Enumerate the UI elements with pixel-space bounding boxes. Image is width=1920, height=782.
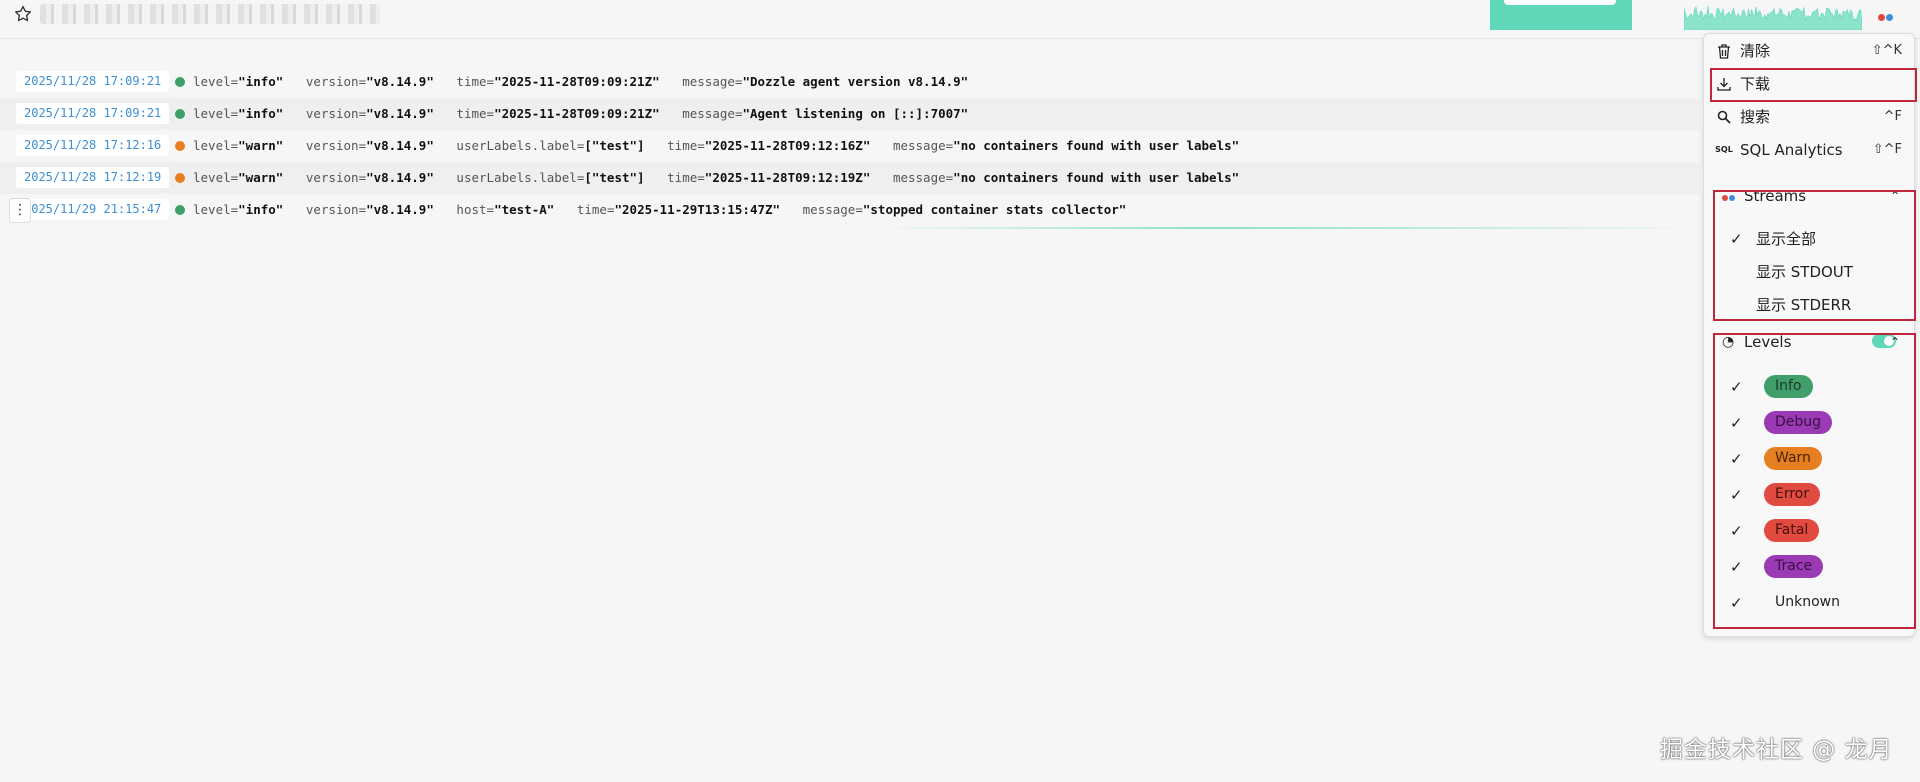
- log-field-value: "warn": [238, 138, 284, 153]
- log-field-key: level=: [193, 74, 239, 89]
- log-field-value: "v8.14.9": [366, 106, 434, 121]
- log-field-key: userLabels.label=: [433, 138, 585, 153]
- level-indicator: [175, 109, 185, 119]
- log-field-value: "info": [238, 202, 284, 217]
- log-row[interactable]: 2025/11/28 17:09:21 level="info" version…: [0, 98, 1700, 130]
- log-message: level="info" version="v8.14.9" time="202…: [193, 98, 968, 130]
- sql-icon: SQL: [1715, 145, 1733, 154]
- log-field-key: version=: [283, 106, 367, 121]
- stream-indicator-icon[interactable]: [1878, 6, 1894, 25]
- log-field-value: "Agent listening on [::]:7007": [742, 106, 969, 121]
- log-field-value: "2025-11-28T09:12:19Z": [704, 170, 871, 185]
- stats-badge: [1490, 0, 1632, 30]
- log-timestamp: 2025/11/28 17:09:21: [16, 71, 170, 92]
- top-bar: [0, 0, 1920, 39]
- log-field-value: ["test"]: [584, 170, 645, 185]
- log-timestamp: 2025/11/28 17:09:21: [16, 103, 170, 124]
- log-field-value: "v8.14.9": [366, 74, 434, 89]
- sql-analytics-menu-item[interactable]: SQL SQL Analytics ⇧^F: [1712, 135, 1902, 165]
- log-field-key: time=: [554, 202, 615, 217]
- log-message: level="info" version="v8.14.9" host="tes…: [193, 194, 1126, 226]
- log-row[interactable]: 2025/11/28 17:12:16 level="warn" version…: [0, 130, 1700, 162]
- log-field-value: "v8.14.9": [366, 202, 434, 217]
- log-field-value: "info": [238, 74, 284, 89]
- log-field-key: version=: [283, 202, 367, 217]
- log-timestamp: 2025/11/28 17:12:19: [16, 167, 170, 188]
- log-field-value: "Dozzle agent version v8.14.9": [742, 74, 969, 89]
- log-field-key: version=: [283, 138, 367, 153]
- log-field-key: host=: [433, 202, 495, 217]
- level-indicator: [175, 173, 185, 183]
- trash-icon: [1715, 36, 1733, 70]
- log-field-key: message=: [780, 202, 863, 217]
- highlight-box-download: [1710, 68, 1917, 102]
- log-field-value: "2025-11-29T13:15:47Z": [614, 202, 781, 217]
- row-actions-button[interactable]: ⋮: [9, 198, 31, 223]
- log-row[interactable]: 2025/11/29 21:15:47 ⋮ level="info" versi…: [0, 194, 1700, 226]
- log-row[interactable]: 2025/11/28 17:12:19 level="warn" version…: [0, 162, 1700, 194]
- watermark: 掘金技术社区 @ 龙月: [1660, 737, 1893, 763]
- search-icon: [1715, 102, 1733, 135]
- log-field-key: time=: [644, 170, 705, 185]
- log-field-value: ["test"]: [584, 138, 645, 153]
- log-field-key: message=: [870, 138, 954, 153]
- search-menu-item[interactable]: 搜索 ^F: [1712, 102, 1902, 132]
- log-field-value: "test-A": [494, 202, 555, 217]
- clear-menu-item[interactable]: 清除 ⇧^K: [1712, 36, 1902, 66]
- log-field-key: message=: [659, 106, 743, 121]
- level-indicator: [175, 205, 185, 215]
- log-field-value: "no containers found with user labels": [953, 138, 1240, 153]
- log-field-key: version=: [283, 170, 367, 185]
- log-field-key: message=: [870, 170, 954, 185]
- log-row[interactable]: 2025/11/28 17:09:21 level="info" version…: [0, 66, 1700, 98]
- log-timestamp: 2025/11/29 21:15:47: [16, 199, 170, 220]
- log-field-key: level=: [193, 106, 239, 121]
- log-field-value: "2025-11-28T09:12:16Z": [704, 138, 871, 153]
- level-indicator: [175, 77, 185, 87]
- log-field-key: level=: [193, 202, 239, 217]
- log-field-value: "v8.14.9": [366, 138, 434, 153]
- log-field-key: level=: [193, 170, 239, 185]
- log-message: level="info" version="v8.14.9" time="202…: [193, 66, 968, 98]
- log-field-key: time=: [644, 138, 705, 153]
- log-field-key: version=: [283, 74, 367, 89]
- log-field-value: "2025-11-28T09:09:21Z": [494, 106, 660, 121]
- highlight-box-streams: [1713, 190, 1916, 321]
- container-title-blurred: [40, 4, 380, 24]
- log-message: level="warn" version="v8.14.9" userLabel…: [193, 162, 1239, 194]
- log-field-value: "info": [238, 106, 284, 121]
- stats-sparkline: [1684, 5, 1862, 30]
- loading-indicator: [880, 227, 1700, 229]
- level-indicator: [175, 141, 185, 151]
- log-field-key: time=: [433, 74, 495, 89]
- log-field-value: "warn": [238, 170, 284, 185]
- log-field-value: "stopped container stats collector": [862, 202, 1127, 217]
- log-field-key: time=: [433, 106, 495, 121]
- star-icon[interactable]: [13, 4, 33, 24]
- log-list: 2025/11/28 17:09:21 level="info" version…: [0, 66, 1700, 226]
- log-field-value: "2025-11-28T09:09:21Z": [494, 74, 660, 89]
- log-message: level="warn" version="v8.14.9" userLabel…: [193, 130, 1239, 162]
- highlight-box-levels: [1713, 333, 1916, 629]
- log-field-key: userLabels.label=: [433, 170, 585, 185]
- log-field-key: message=: [659, 74, 743, 89]
- log-field-value: "v8.14.9": [366, 170, 434, 185]
- log-field-key: level=: [193, 138, 239, 153]
- log-timestamp: 2025/11/28 17:12:16: [16, 135, 170, 156]
- log-field-value: "no containers found with user labels": [953, 170, 1240, 185]
